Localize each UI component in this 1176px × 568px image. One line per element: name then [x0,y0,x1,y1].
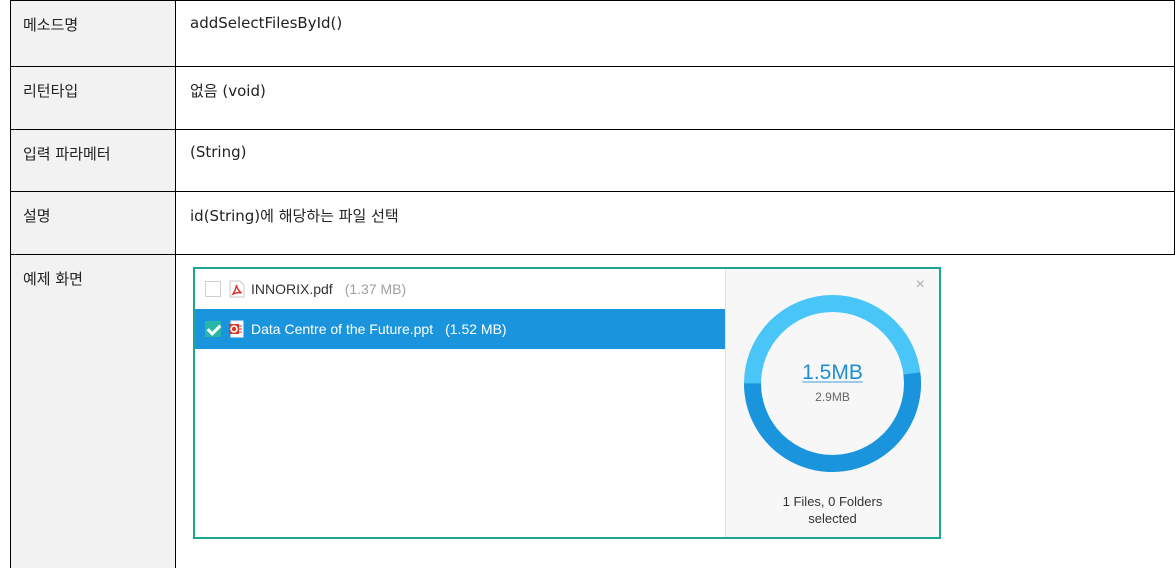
close-icon[interactable]: × [916,277,925,293]
input-params-label: 입력 파라메터 [11,130,176,192]
description-value: id(String)에 해당하는 파일 선택 [176,192,1175,255]
description-row: 설명 id(String)에 해당하는 파일 선택 [11,192,1175,255]
file-size: (1.37 MB) [345,281,406,297]
input-params-value: (String) [176,130,1175,192]
method-name-label: 메소드명 [11,1,176,67]
selection-count-line: 1 Files, 0 Folders [726,493,939,510]
file-row-data-centre[interactable]: Data Centre of the Future.ppt (1.52 MB) [195,309,725,349]
selection-count-text: 1 Files, 0 Folders selected [726,493,939,527]
method-name-row: 메소드명 addSelectFilesById() [11,1,1175,67]
return-type-value: 없음 (void) [176,67,1175,130]
file-name: Data Centre of the Future.ppt [251,321,433,337]
method-spec-table: 메소드명 addSelectFilesById() 리턴타입 없음 (void)… [10,0,1175,568]
file-checkbox[interactable] [205,281,221,297]
selection-status-line: selected [726,510,939,527]
file-list[interactable]: INNORIX.pdf (1.37 MB) [195,269,726,537]
file-name: INNORIX.pdf [251,281,333,297]
example-screen-label: 예제 화면 [11,255,176,568]
example-row: 예제 화면 INNORIX.pdf (1.37 MB) [11,255,1175,568]
input-params-row: 입력 파라메터 (String) [11,130,1175,192]
return-type-row: 리턴타입 없음 (void) [11,67,1175,130]
selected-size: 1.5MB [726,361,939,385]
return-type-label: 리턴타입 [11,67,176,130]
file-upload-widget: INNORIX.pdf (1.37 MB) [193,267,941,539]
example-screen-cell: INNORIX.pdf (1.37 MB) [176,255,1175,568]
file-size: (1.52 MB) [445,321,506,337]
pdf-file-icon [229,280,245,298]
file-checkbox-checked[interactable] [205,321,221,337]
ppt-file-icon [229,320,245,338]
selection-summary-panel: × 1.5MB 2.9MB 1 Files, 0 Folders selecte… [726,269,939,537]
method-name-value: addSelectFilesById() [176,1,1175,67]
description-label: 설명 [11,192,176,255]
total-size: 2.9MB [726,390,939,404]
file-row-innorix[interactable]: INNORIX.pdf (1.37 MB) [195,269,725,309]
